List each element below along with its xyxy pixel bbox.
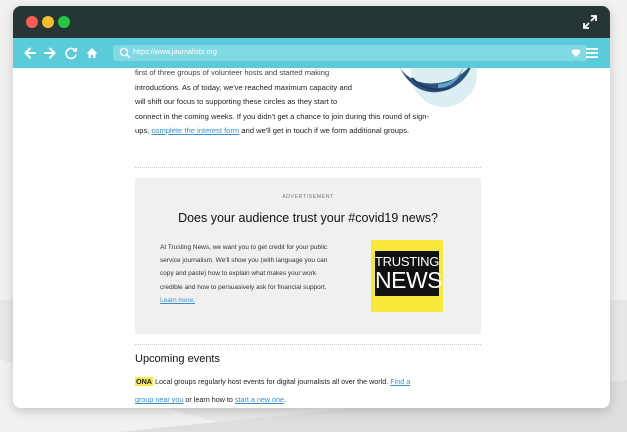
url-text[interactable]: https://www.journalists.org <box>133 47 217 59</box>
close-window-button[interactable] <box>26 16 38 28</box>
ad-body: At Trusting News, we want you to get cre… <box>160 241 360 307</box>
paragraph-line: introductions. As of today, we've reache… <box>135 82 352 92</box>
minimize-window-button[interactable] <box>42 16 54 28</box>
expand-icon[interactable] <box>582 14 598 30</box>
ad-body-line: Learn more. <box>160 294 360 307</box>
paragraph-line: first of three groups of volunteer hosts… <box>135 68 330 77</box>
paragraph-text: and we'll get in touch if we form additi… <box>239 126 410 135</box>
events-text-part: . <box>284 395 287 404</box>
find-group-link[interactable]: Find a <box>390 377 410 386</box>
ad-body-line: At Trusting News, we want you to get cre… <box>160 244 328 251</box>
events-line: ONA Local groups regularly host events f… <box>135 373 481 391</box>
events-text-part: or learn how to <box>183 395 235 404</box>
reload-icon[interactable] <box>64 46 78 60</box>
ad-headline: Does your audience trust your #covid19 n… <box>178 211 438 225</box>
ona-badge: ONA <box>135 377 153 386</box>
browser-window: https://www.journalists.org first of thr… <box>13 6 610 408</box>
address-bar[interactable]: https://www.journalists.org <box>113 45 587 61</box>
logo-panel: TRUSTING NEWS <box>375 251 443 296</box>
ad-body-line: service journalism. We'll show you (with… <box>160 257 328 265</box>
ad-body-line: copy and paste) how to explain what make… <box>160 270 317 278</box>
events-line: group near you or learn how to start a n… <box>135 391 481 408</box>
logo-text-bottom: NEWS <box>375 267 443 293</box>
menu-icon[interactable] <box>586 47 598 59</box>
maximize-window-button[interactable] <box>58 16 70 28</box>
article-paragraph: first of three groups of volunteer hosts… <box>135 68 475 139</box>
page-content: first of three groups of volunteer hosts… <box>13 68 610 408</box>
forward-arrow-icon[interactable] <box>43 46 57 60</box>
ad-body-line: credible and how to persuasively ask for… <box>160 283 327 291</box>
find-group-link-cont[interactable]: group near you <box>135 395 183 404</box>
advertisement-box: ADVERTISEMENT Does your audience trust y… <box>135 178 481 334</box>
home-icon[interactable] <box>85 46 99 60</box>
back-arrow-icon[interactable] <box>23 46 37 60</box>
ad-label: ADVERTISEMENT <box>282 194 334 200</box>
events-text: ONA Local groups regularly host events f… <box>135 373 481 408</box>
section-divider <box>135 344 481 345</box>
start-new-group-link[interactable]: start a new one <box>235 395 284 404</box>
heart-icon[interactable] <box>571 48 581 58</box>
search-icon <box>119 47 131 59</box>
trusting-news-logo[interactable]: TRUSTING NEWS <box>371 240 443 312</box>
paragraph-line: connect in the coming weeks. If you didn… <box>135 111 429 121</box>
interest-form-link[interactable]: complete the interest form <box>151 126 239 135</box>
paragraph-line: ups, complete the interest form and we'l… <box>135 124 475 139</box>
section-divider <box>135 167 481 168</box>
paragraph-text: ups, <box>135 126 152 135</box>
title-bar <box>13 6 610 38</box>
events-heading: Upcoming events <box>135 353 220 365</box>
events-text-part: Local groups regularly host events for d… <box>152 377 391 386</box>
browser-toolbar: https://www.journalists.org <box>13 38 610 68</box>
learn-more-link[interactable]: Learn more. <box>160 297 195 304</box>
paragraph-line: will shift our focus to supporting these… <box>135 97 338 106</box>
